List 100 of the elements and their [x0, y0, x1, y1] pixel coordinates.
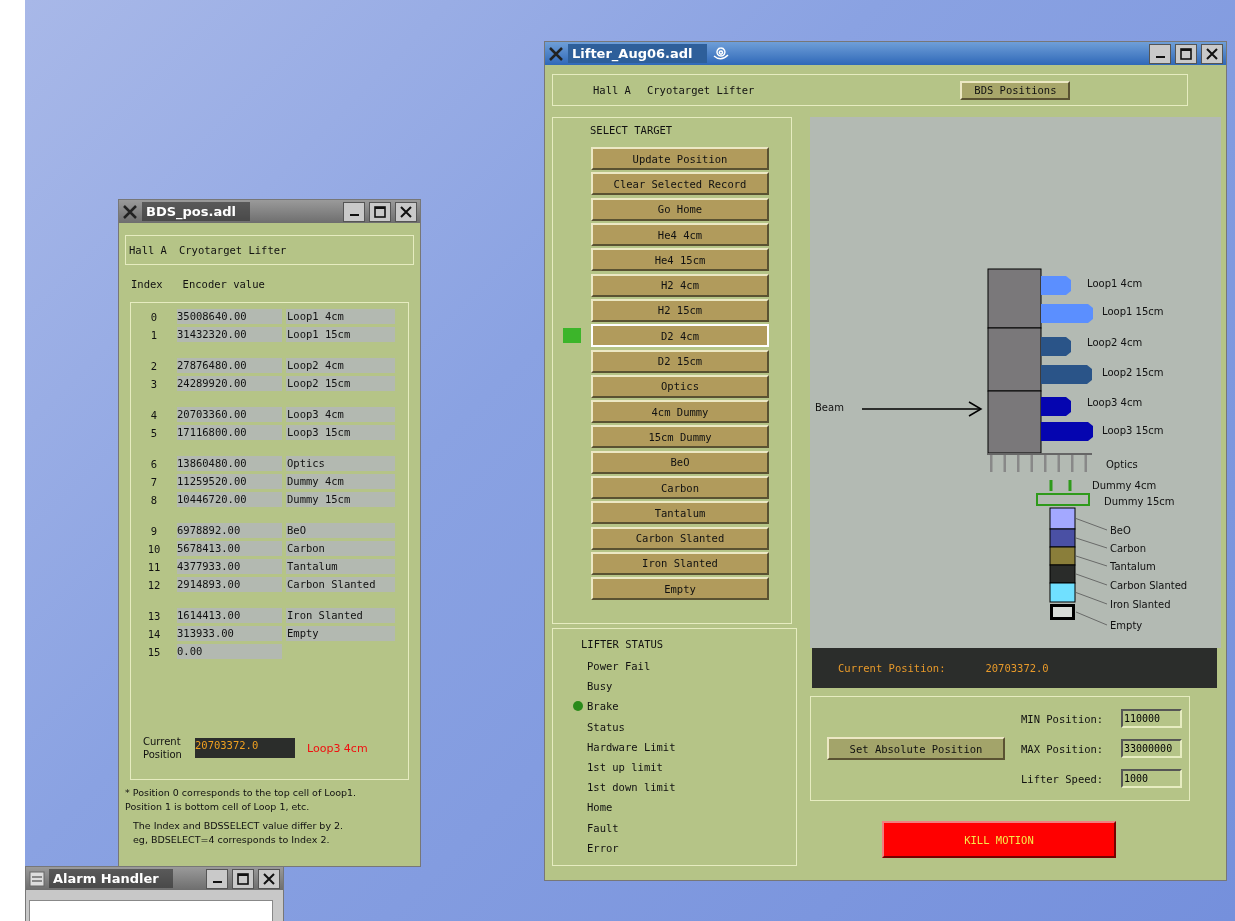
- leader-line: [1075, 537, 1108, 549]
- field-label: MAX Position:: [1021, 742, 1105, 755]
- target-label: Loop1 15cm: [1102, 306, 1164, 317]
- target-button[interactable]: H2 15cm: [591, 298, 769, 322]
- window-title: Alarm Handler: [49, 869, 173, 888]
- target-button[interactable]: 4cm Dummy: [591, 400, 769, 424]
- target-name: Optics: [286, 456, 395, 471]
- status-label: Status: [587, 720, 625, 733]
- index-text: 3: [149, 377, 159, 390]
- target-button[interactable]: D2 15cm: [591, 349, 769, 373]
- encoder-value: 35008640.00: [177, 309, 282, 324]
- input-field[interactable]: 1000: [1121, 769, 1182, 788]
- index-text: 10: [146, 542, 162, 555]
- note-text: * Position 0 corresponds to the top cell of Loop1. Position 1 is bottom cell of Loop 1, etc.: [125, 786, 358, 814]
- index-text: 2: [149, 359, 159, 372]
- target-name: Dummy 15cm: [286, 492, 395, 507]
- encoder-value: 313933.00: [177, 626, 282, 641]
- dummy-foil-pair: [1049, 480, 1072, 491]
- index-text: 8: [149, 493, 159, 506]
- target-label: Loop3 4cm: [1087, 397, 1143, 408]
- status-label: 1st down limit: [587, 781, 676, 794]
- close-icon: [262, 871, 276, 886]
- target-label: Loop1 4cm: [1087, 278, 1143, 289]
- index-text: 4: [149, 408, 159, 421]
- index-text: 9: [149, 524, 159, 537]
- target-button[interactable]: Update Position: [591, 147, 769, 171]
- close-button[interactable]: [395, 201, 417, 222]
- encoder-value: 24289920.00: [177, 376, 282, 391]
- target-button[interactable]: Optics: [591, 374, 769, 398]
- index-text: 14: [146, 627, 162, 640]
- status-label: Hardware Limit: [587, 740, 676, 753]
- encoder-value: 6978892.00: [177, 523, 282, 538]
- target-button[interactable]: He4 4cm: [591, 223, 769, 247]
- close-button[interactable]: [258, 868, 280, 889]
- index-text: 6: [149, 457, 159, 470]
- index-text: 13: [146, 609, 162, 622]
- encoder-value: 0.00: [177, 644, 282, 659]
- header-text: Hall A: [129, 244, 167, 256]
- index-text: 0: [149, 310, 159, 323]
- target-button[interactable]: Carbon Slanted: [591, 526, 769, 550]
- target-label: Iron Slanted: [1110, 599, 1171, 610]
- encoder-value: 27876480.00: [177, 358, 282, 373]
- maximize-button[interactable]: [369, 201, 391, 222]
- dummy-frame: [1036, 493, 1090, 506]
- beam-label: Beam: [815, 402, 844, 413]
- column-header: Index: [131, 278, 163, 290]
- encoder-value: 13860480.00: [177, 456, 282, 471]
- target-button[interactable]: BeO: [591, 450, 769, 474]
- target-name: Loop3 4cm: [286, 407, 395, 422]
- target-label: Loop3 15cm: [1102, 425, 1164, 436]
- maximize-button[interactable]: [1175, 43, 1197, 64]
- close-button[interactable]: [1201, 43, 1223, 64]
- target-name: Empty: [286, 626, 395, 641]
- target-name: Carbon Slanted: [286, 577, 395, 592]
- leader-line: [1075, 611, 1108, 626]
- empty-frame: [1050, 604, 1075, 620]
- minimize-button[interactable]: [206, 868, 228, 889]
- target-name: Carbon: [286, 541, 395, 556]
- input-field[interactable]: 33000000: [1121, 739, 1182, 758]
- target-label: Tantalum: [1110, 561, 1156, 572]
- panel-title: SELECT TARGET: [589, 123, 674, 138]
- current-position-value: 20703372.0: [195, 738, 295, 758]
- minimize-icon: [212, 880, 222, 883]
- current-position-label: Current Position: [143, 735, 183, 761]
- target-button[interactable]: Carbon: [591, 476, 769, 499]
- alarm-app-icon: [29, 870, 45, 887]
- minimize-button[interactable]: [343, 201, 365, 222]
- target-button[interactable]: H2 4cm: [591, 273, 769, 297]
- target-label: Optics: [1106, 459, 1138, 470]
- maximize-icon: [373, 204, 387, 219]
- close-icon: [399, 204, 413, 219]
- target-label: Empty: [1110, 620, 1143, 631]
- target-button[interactable]: Empty: [591, 577, 769, 601]
- target-label: Carbon Slanted: [1110, 580, 1188, 591]
- target-name: Loop3 15cm: [286, 425, 395, 440]
- target-button[interactable]: He4 15cm: [591, 248, 769, 272]
- current-position-value: 20703372.0: [985, 662, 1049, 674]
- set-absolute-position-button[interactable]: Set Absolute Position: [827, 737, 1005, 760]
- bds-positions-button[interactable]: BDS Positions: [960, 80, 1071, 100]
- target-button[interactable]: Go Home: [591, 197, 769, 221]
- target-button[interactable]: 15cm Dummy: [591, 425, 769, 449]
- target-button[interactable]: Clear Selected Record: [591, 172, 769, 196]
- input-field[interactable]: 110000: [1121, 709, 1182, 728]
- minimize-icon: [349, 213, 359, 216]
- maximize-button[interactable]: [232, 868, 254, 889]
- encoder-value: 5678413.00: [177, 541, 282, 556]
- target-button[interactable]: Tantalum: [591, 501, 769, 525]
- index-text: 1: [149, 328, 159, 341]
- target-button[interactable]: Iron Slanted: [591, 551, 769, 575]
- panel-title: LIFTER STATUS: [580, 637, 665, 652]
- note-text: The Index and BDSSELECT value differ by 2. eg, BDSELECT=4 corresponds to Index 2.: [132, 819, 345, 847]
- column-header: Encoder value: [182, 278, 265, 290]
- window-title: BDS_pos.adl: [142, 202, 250, 221]
- target-button[interactable]: D2 4cm: [591, 324, 769, 348]
- index-text: 11: [146, 560, 162, 573]
- target-label: BeO: [1110, 525, 1131, 536]
- target-label: Carbon: [1110, 543, 1147, 554]
- minimize-button[interactable]: [1149, 43, 1171, 64]
- status-label: Home: [587, 801, 613, 814]
- close-icon: [1205, 46, 1219, 61]
